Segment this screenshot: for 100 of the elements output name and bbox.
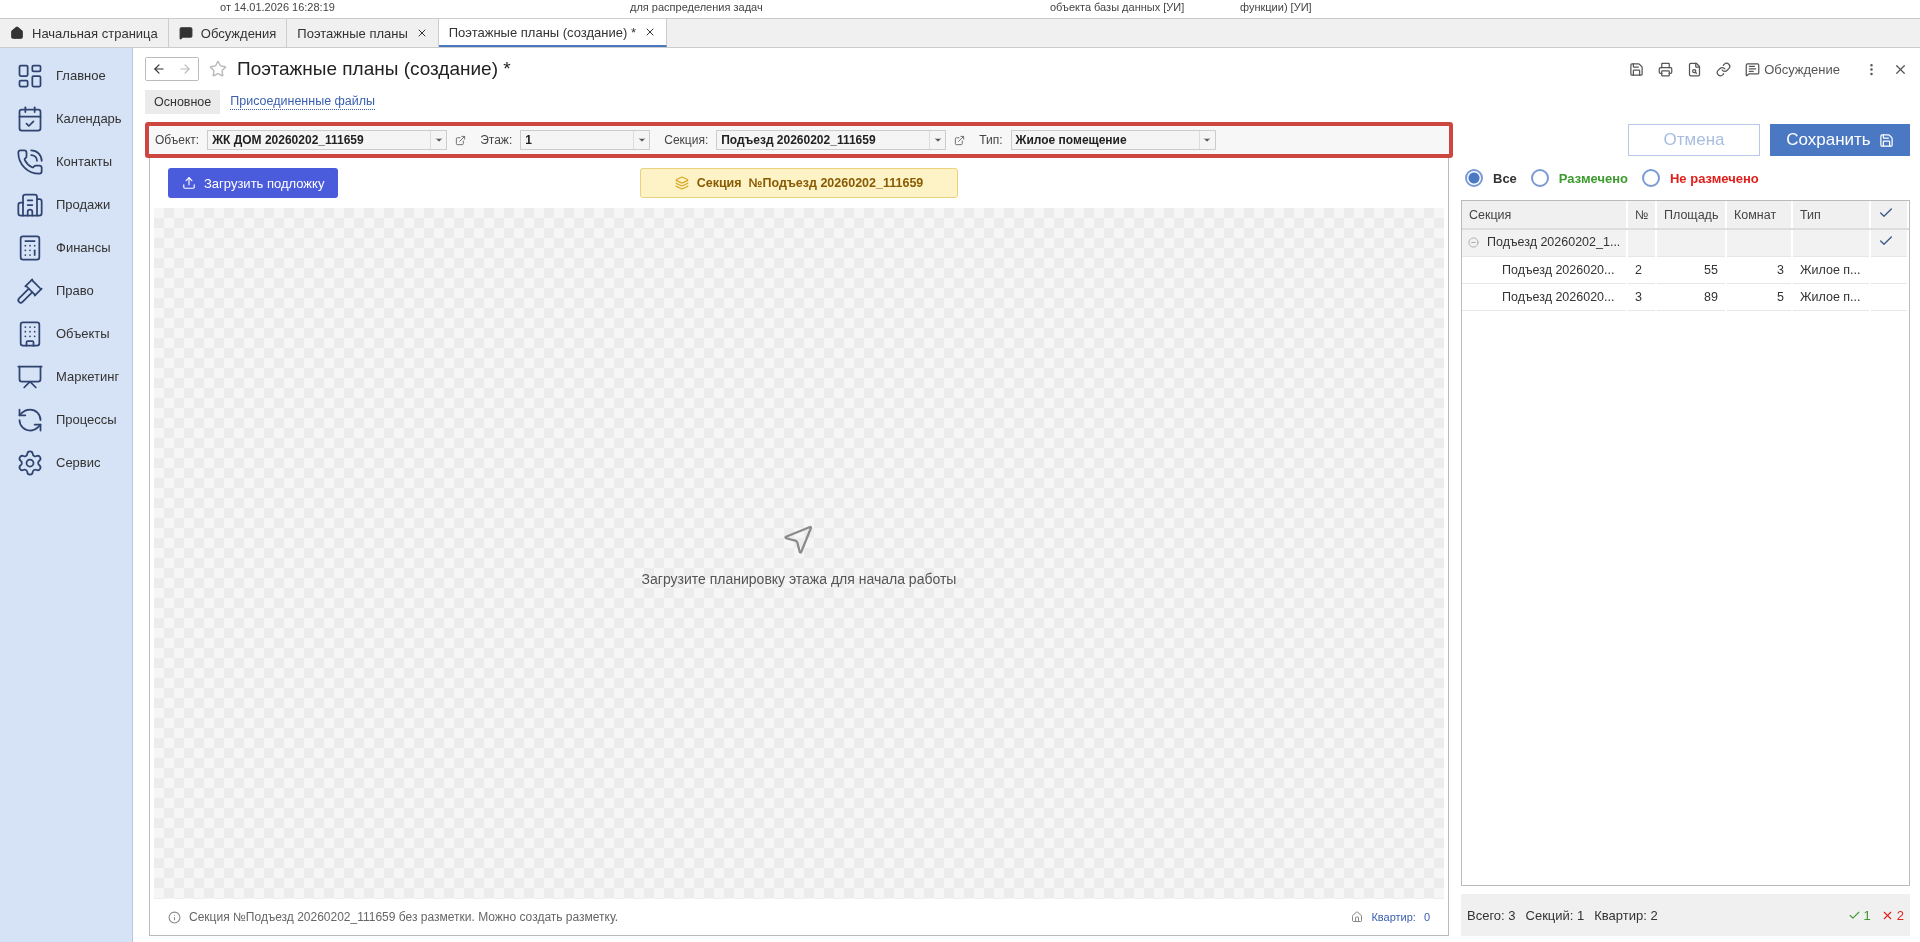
arrow-right-icon bbox=[178, 62, 192, 76]
field-label: Секция: bbox=[664, 133, 709, 147]
table-cell: Подъезд 20260202_1... bbox=[1487, 235, 1621, 249]
sidebar-item[interactable]: Главное bbox=[0, 54, 132, 97]
sidebar-item[interactable]: Право bbox=[0, 269, 132, 312]
column-header: Комнат bbox=[1734, 207, 1777, 222]
open-icon[interactable] bbox=[455, 134, 467, 146]
close-icon[interactable] bbox=[644, 26, 656, 38]
caret-icon bbox=[932, 135, 943, 145]
radio-button[interactable] bbox=[1530, 169, 1549, 187]
sidebar-label: Сервис bbox=[56, 455, 101, 470]
caret-icon bbox=[1202, 135, 1213, 145]
sidebar-label: Контакты bbox=[56, 154, 113, 169]
table-row[interactable]: Подъезд 2026020... 2 55 3 Жилое п... bbox=[1462, 256, 1908, 283]
plan-canvas[interactable]: Загрузите планировку этажа для начала работы bbox=[154, 208, 1444, 899]
table-cell: Подъезд 2026020... bbox=[1502, 289, 1615, 304]
header-text: от 14.01.2026 16:28:19 bbox=[220, 0, 336, 15]
sidebar-item[interactable]: Календарь bbox=[0, 97, 132, 140]
table-cell: Подъезд 2026020... bbox=[1502, 262, 1615, 277]
chat-icon bbox=[178, 26, 193, 40]
upload-button[interactable]: Загрузить подложку bbox=[168, 168, 339, 198]
header-text: объекта базы данных [УИ] bbox=[1050, 0, 1186, 15]
radio-label[interactable]: Все bbox=[1493, 170, 1517, 186]
column-header: Секция bbox=[1469, 207, 1512, 222]
home-icon bbox=[10, 26, 24, 40]
sidebar-item[interactable]: Финансы bbox=[0, 226, 132, 269]
group-row[interactable]: Подъезд 20260202_1... bbox=[1462, 229, 1908, 256]
apartments-count: 0 bbox=[1423, 911, 1430, 923]
tab-label: Поэтажные планы bbox=[297, 25, 408, 41]
sidebar-label: Объекты bbox=[56, 326, 110, 341]
sidebar-item[interactable]: Процессы bbox=[0, 398, 132, 441]
sidebar-label: Продажи bbox=[56, 197, 111, 212]
apartments-count: Квартир: 2 bbox=[1594, 907, 1658, 923]
form-title: Поэтажные планы (создание) * bbox=[237, 58, 511, 80]
table-cell: 3 bbox=[1777, 262, 1784, 277]
radio-button[interactable] bbox=[1642, 169, 1660, 187]
link-icon[interactable] bbox=[1716, 61, 1732, 77]
sidebar-label: Маркетинг bbox=[56, 369, 120, 384]
upload-icon bbox=[182, 176, 196, 190]
sidebar-item[interactable]: Контакты bbox=[0, 140, 132, 183]
table-cell: Жилое п... bbox=[1800, 262, 1861, 277]
caret-icon bbox=[636, 135, 647, 145]
sections-count: Секций: 1 bbox=[1525, 907, 1585, 923]
gavel-icon bbox=[16, 276, 44, 305]
dropdown-field[interactable]: Жилое помещение bbox=[1010, 130, 1216, 150]
subtab[interactable]: Основное bbox=[145, 90, 221, 114]
sidebar-item[interactable]: Объекты bbox=[0, 312, 132, 355]
save-icon[interactable] bbox=[1629, 61, 1645, 77]
tab-label: Начальная страница bbox=[32, 25, 158, 41]
table-cell: Жилое п... bbox=[1800, 289, 1861, 304]
sidebar-label: Календарь bbox=[56, 111, 122, 126]
tab-label: Обсуждения bbox=[200, 25, 277, 41]
radio-button[interactable] bbox=[1465, 169, 1483, 187]
subtab[interactable]: Присоединенные файлы bbox=[230, 94, 376, 110]
save-icon bbox=[1878, 132, 1894, 148]
calendar-icon bbox=[16, 104, 44, 133]
section-badge: Секция №Подъезд 20260202_111659 bbox=[640, 168, 958, 198]
column-header: Площадь bbox=[1664, 207, 1719, 222]
empty-hint: Загрузите планировку этажа для начала работы bbox=[641, 570, 957, 587]
radio-label[interactable]: Не размечено bbox=[1670, 170, 1759, 186]
table-cell: 5 bbox=[1777, 289, 1784, 304]
star-icon[interactable] bbox=[209, 60, 227, 78]
sidebar-label: Процессы bbox=[56, 412, 117, 427]
sidebar-label: Финансы bbox=[56, 240, 111, 255]
header-text: для распределения задач bbox=[630, 0, 764, 15]
table-cell: 3 bbox=[1635, 289, 1642, 304]
sidebar-item[interactable]: Маркетинг bbox=[0, 355, 132, 398]
discussion-button[interactable]: Обсуждение bbox=[1743, 59, 1842, 79]
settings-icon bbox=[16, 448, 44, 477]
preview-icon[interactable] bbox=[1687, 61, 1703, 77]
total-count: Всего: 3 bbox=[1467, 907, 1516, 923]
dropdown-field[interactable]: 1 bbox=[520, 130, 651, 150]
chat-icon bbox=[1745, 61, 1761, 77]
tab-label: Поэтажные планы (создание) * bbox=[448, 24, 636, 40]
table-cell: 55 bbox=[1704, 262, 1718, 277]
print-icon[interactable] bbox=[1658, 61, 1674, 77]
arrow-left-icon bbox=[152, 62, 166, 76]
field-label: Объект: bbox=[155, 133, 200, 147]
radio-label[interactable]: Размечено bbox=[1558, 170, 1628, 186]
sidebar-label: Право bbox=[56, 283, 94, 298]
column-header: № bbox=[1635, 207, 1649, 222]
dropdown-field[interactable]: Подъезд 20260202_111659 bbox=[716, 130, 947, 150]
caret-icon bbox=[433, 135, 444, 145]
sidebar-item[interactable]: Сервис bbox=[0, 441, 132, 484]
sidebar-item[interactable]: Продажи bbox=[0, 183, 132, 226]
tab[interactable]: Поэтажные планы (создание) * bbox=[438, 19, 667, 47]
header-text: функции) [УИ] bbox=[1240, 0, 1313, 15]
sidebar-label: Главное bbox=[56, 68, 106, 83]
column-header: Тип bbox=[1800, 207, 1821, 222]
save-button[interactable]: Сохранить bbox=[1770, 124, 1910, 156]
dropdown-field[interactable]: ЖК ДОМ 20260202_111659 bbox=[207, 130, 448, 150]
phone-icon bbox=[16, 147, 44, 176]
table-row[interactable]: Подъезд 2026020... 3 89 5 Жилое п... bbox=[1462, 283, 1908, 310]
open-icon[interactable] bbox=[954, 134, 966, 146]
table-cell: 2 bbox=[1635, 262, 1642, 277]
field-label: Тип: bbox=[979, 133, 1003, 147]
info-icon bbox=[168, 910, 181, 924]
status-text: Секция №Подъезд 20260202_111659 без разметки. Можно создать разметку. bbox=[189, 910, 619, 924]
field-label: Этаж: bbox=[480, 133, 513, 147]
marked-count: 1 bbox=[1863, 907, 1871, 923]
